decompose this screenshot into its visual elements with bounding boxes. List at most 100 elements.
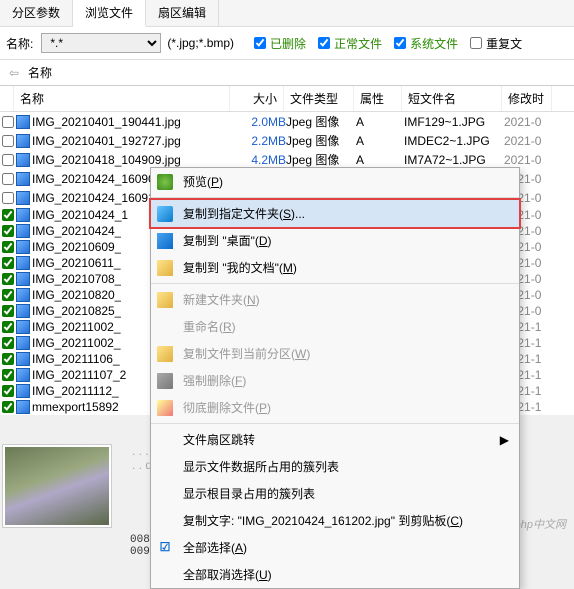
menu-item[interactable]: 复制文字: "IMG_20210424_161202.jpg" 到剪贴板(C): [151, 507, 519, 534]
file-type: Jpeg 图像: [286, 113, 356, 130]
row-checkbox[interactable]: [2, 209, 14, 221]
menu-label: 全部取消选择(U): [183, 566, 272, 583]
chk-system[interactable]: [394, 37, 406, 49]
tabs-bar: 分区参数 浏览文件 扇区编辑: [0, 0, 574, 27]
file-name: IMG_20210401_190441.jpg: [32, 115, 181, 129]
file-icon: [16, 172, 30, 186]
menu-item[interactable]: 复制到 "桌面"(D): [151, 227, 519, 254]
menu-item[interactable]: 显示文件数据所占用的簇列表: [151, 453, 519, 480]
file-row[interactable]: IMG_20210401_192727.jpg 2.2MB Jpeg 图像 A …: [0, 131, 574, 150]
blank-icon: [157, 567, 173, 583]
row-checkbox[interactable]: [2, 337, 14, 349]
row-checkbox[interactable]: [2, 353, 14, 365]
file-name: IMG_20210424_1: [32, 208, 128, 222]
row-checkbox[interactable]: [2, 401, 14, 413]
tab-partition[interactable]: 分区参数: [0, 0, 73, 26]
menu-label: 复制到 "桌面"(D): [183, 232, 272, 249]
row-checkbox[interactable]: [2, 369, 14, 381]
filter-select[interactable]: *.*: [41, 33, 161, 53]
file-name: IMG_20211107_2: [32, 368, 126, 382]
row-checkbox[interactable]: [2, 241, 14, 253]
menu-item[interactable]: 预览(P): [151, 168, 519, 195]
file-icon: [16, 336, 30, 350]
menu-label: 复制文件到当前分区(W): [183, 345, 310, 362]
file-name: IMG_20211106_: [32, 352, 120, 366]
menu-separator: [151, 423, 519, 424]
col-type[interactable]: 文件类型: [284, 86, 354, 111]
nav-back-icon[interactable]: ⇦: [6, 65, 22, 81]
file-type: Jpeg 图像: [286, 132, 356, 149]
row-checkbox[interactable]: [2, 321, 14, 333]
submenu-arrow-icon: ▶: [500, 433, 509, 447]
tab-browse[interactable]: 浏览文件: [73, 0, 146, 27]
blank-icon: [157, 459, 173, 475]
chk-normal-label: 正常文件: [334, 35, 382, 52]
watermark: php中文网: [515, 516, 566, 532]
col-check[interactable]: [0, 86, 14, 111]
file-name: IMG_20210820_: [32, 288, 121, 302]
chk-dup-label: 重复文: [486, 35, 522, 52]
menu-label: 重命名(R): [183, 318, 236, 335]
file-icon: [16, 384, 30, 398]
menu-item: 复制文件到当前分区(W): [151, 340, 519, 367]
menu-item[interactable]: 复制到 "我的文档"(M): [151, 254, 519, 281]
row-checkbox[interactable]: [2, 154, 14, 166]
menu-item[interactable]: 全部取消选择(U): [151, 561, 519, 588]
file-short: IMF129~1.JPG: [404, 115, 504, 129]
menu-label: 文件扇区跳转: [183, 431, 255, 448]
row-checkbox[interactable]: [2, 273, 14, 285]
row-checkbox[interactable]: [2, 289, 14, 301]
chk-system-label: 系统文件: [410, 35, 458, 52]
file-icon: [16, 134, 30, 148]
row-checkbox[interactable]: [2, 192, 14, 204]
file-name: IMG_20210418_104909.jpg: [32, 153, 181, 167]
menu-item[interactable]: 文件扇区跳转 ▶: [151, 426, 519, 453]
file-name: IMG_20210708_: [32, 272, 121, 286]
row-checkbox[interactable]: [2, 385, 14, 397]
format-text: (*.jpg;*.bmp): [167, 36, 234, 50]
menu-item: 新建文件夹(N): [151, 286, 519, 313]
file-icon: [16, 153, 30, 167]
col-size[interactable]: 大小: [230, 86, 284, 111]
col-short[interactable]: 短文件名: [402, 86, 502, 111]
context-menu: 预览(P) 复制到指定文件夹(S)... 复制到 "桌面"(D) 复制到 "我的文档"…: [150, 167, 520, 589]
file-name: IMG_20210611_: [32, 256, 121, 270]
chk-dup[interactable]: [470, 37, 482, 49]
blank-icon: [157, 486, 173, 502]
file-size: 4.2MB: [232, 153, 286, 167]
menu-label: 强制删除(F): [183, 372, 246, 389]
menu-label: 新建文件夹(N): [183, 291, 260, 308]
blank-icon: [157, 513, 173, 529]
folder-arrow-icon: [157, 206, 173, 222]
file-icon: [16, 224, 30, 238]
delete-icon: [157, 373, 173, 389]
row-checkbox[interactable]: [2, 135, 14, 147]
menu-item[interactable]: 复制到指定文件夹(S)...: [151, 200, 519, 227]
file-row[interactable]: IMG_20210401_190441.jpg 2.0MB Jpeg 图像 A …: [0, 112, 574, 131]
thumbnail-image: [5, 447, 109, 525]
col-name[interactable]: 名称: [14, 86, 230, 111]
row-checkbox[interactable]: [2, 257, 14, 269]
menu-item[interactable]: 显示根目录占用的簇列表: [151, 480, 519, 507]
row-checkbox[interactable]: [2, 116, 14, 128]
menu-label: 显示文件数据所占用的簇列表: [183, 458, 339, 475]
folder-icon: [157, 260, 173, 276]
col-date[interactable]: 修改时: [502, 86, 552, 111]
file-icon: [16, 368, 30, 382]
col-attr[interactable]: 属性: [354, 86, 402, 111]
file-icon: [16, 320, 30, 334]
desktop-icon: [157, 233, 173, 249]
tab-sector[interactable]: 扇区编辑: [146, 0, 219, 26]
menu-separator: [151, 197, 519, 198]
file-date: 2021-0: [504, 115, 554, 129]
toolbar: 名称: *.* (*.jpg;*.bmp) 已删除 正常文件 系统文件 重复文: [0, 27, 574, 60]
row-checkbox[interactable]: [2, 173, 14, 185]
row-checkbox[interactable]: [2, 225, 14, 237]
menu-label: 彻底删除文件(P): [183, 399, 271, 416]
row-checkbox[interactable]: [2, 305, 14, 317]
chk-normal[interactable]: [318, 37, 330, 49]
chk-deleted[interactable]: [254, 37, 266, 49]
blank-icon: [157, 432, 173, 448]
menu-item[interactable]: ☑全部选择(A): [151, 534, 519, 561]
table-header: 名称 大小 文件类型 属性 短文件名 修改时: [0, 86, 574, 112]
